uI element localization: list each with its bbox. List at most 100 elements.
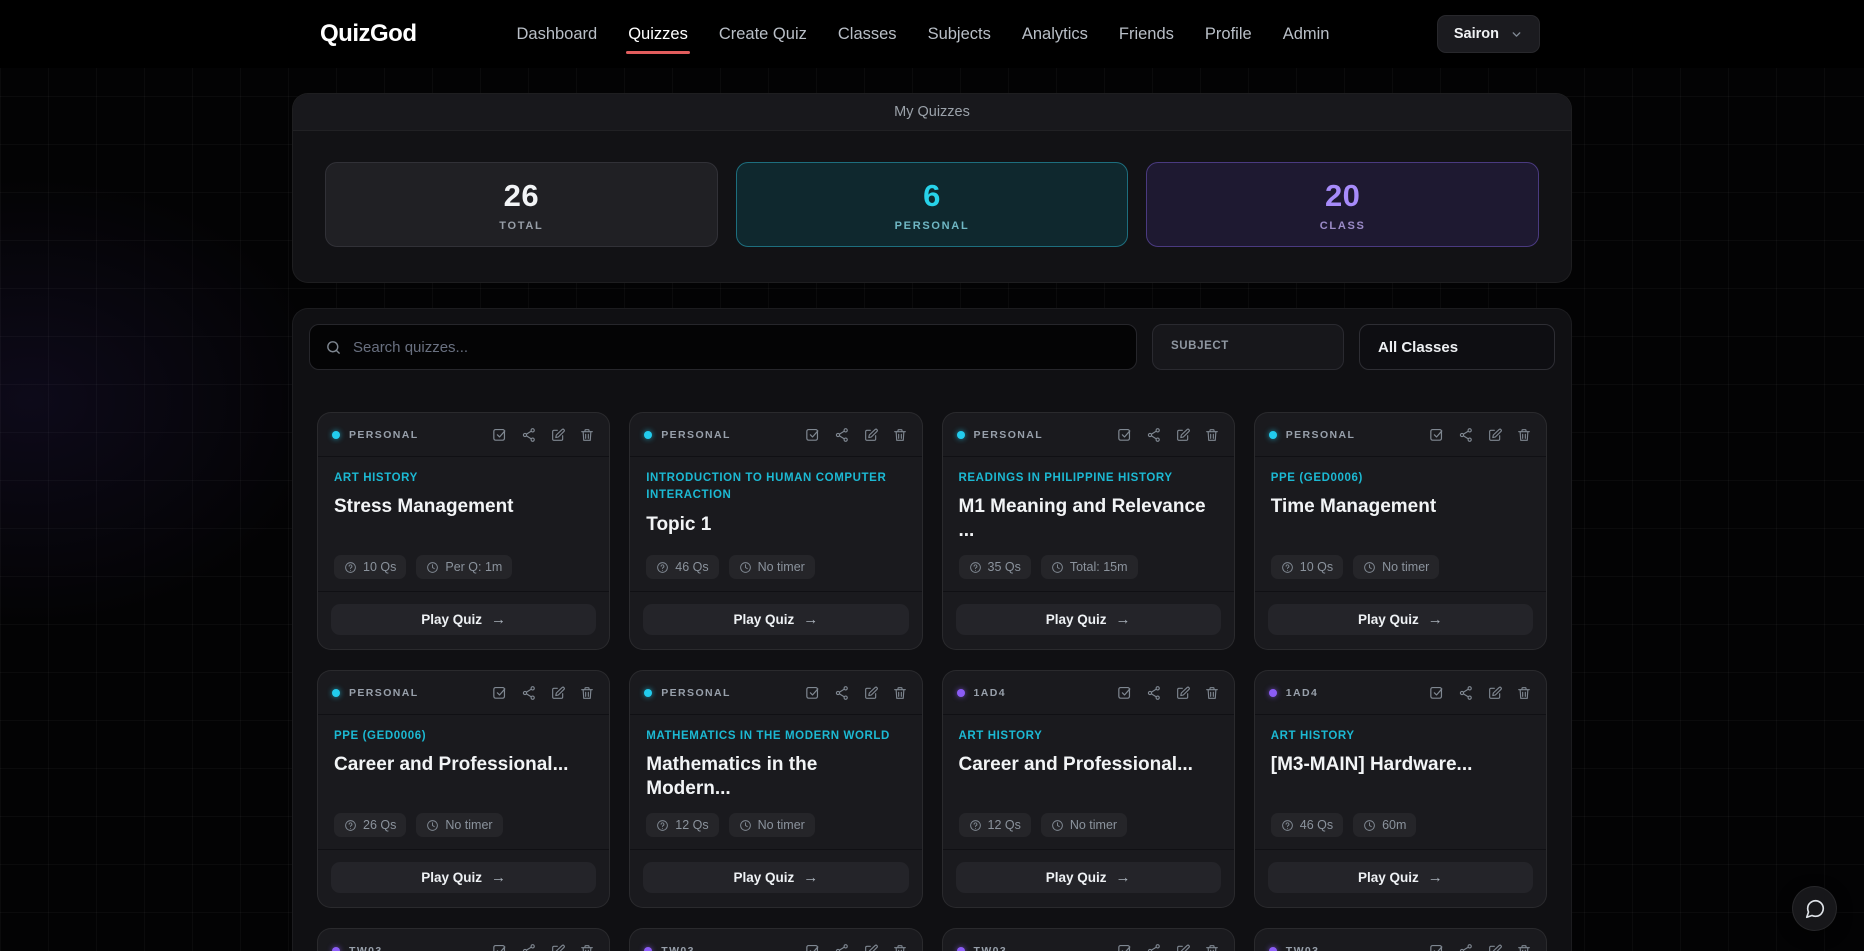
delete-icon[interactable] [1204,943,1220,951]
quiz-title: Career and Professional... [334,753,593,777]
share-icon[interactable] [1458,427,1474,443]
play-quiz-button[interactable]: Play Quiz → [331,862,596,893]
badge-label: PERSONAL [661,429,731,441]
select-checkbox-icon[interactable] [804,942,821,951]
share-icon[interactable] [1146,943,1162,951]
play-quiz-label: Play Quiz [1046,612,1107,627]
edit-icon[interactable] [1487,685,1503,701]
play-quiz-button[interactable]: Play Quiz → [956,604,1221,635]
search-input[interactable] [353,339,1121,356]
badge-label: PERSONAL [974,429,1044,441]
share-icon[interactable] [521,943,537,951]
edit-icon[interactable] [1487,427,1503,443]
quiz-type-badge: PERSONAL [332,687,419,699]
edit-icon[interactable] [1175,943,1191,951]
select-checkbox-icon[interactable] [491,942,508,951]
quiz-meta-chips: 10 Qs No timer [1271,555,1530,579]
select-checkbox-icon[interactable] [491,426,508,443]
select-checkbox-icon[interactable] [1116,942,1133,951]
chat-fab-button[interactable] [1792,886,1837,931]
nav-link-analytics[interactable]: Analytics [1020,21,1090,48]
quiz-type-badge: TW03 [644,945,695,951]
user-menu-button[interactable]: Sairon [1437,15,1540,53]
delete-icon[interactable] [1204,427,1220,443]
select-checkbox-icon[interactable] [1116,684,1133,701]
quiz-card-footer: Play Quiz → [318,849,609,907]
quiz-type-badge: PERSONAL [1269,429,1356,441]
arrow-right-icon: → [491,869,506,886]
timer-value: Per Q: 1m [445,560,502,574]
question-circle-icon [969,561,982,574]
delete-icon[interactable] [1516,685,1532,701]
share-icon[interactable] [834,685,850,701]
edit-icon[interactable] [550,427,566,443]
share-icon[interactable] [834,427,850,443]
play-quiz-button[interactable]: Play Quiz → [643,604,908,635]
edit-icon[interactable] [1487,943,1503,951]
quiz-card-header: 1AD4 [1255,671,1546,715]
quiz-card-header: TW03 [1255,929,1546,951]
share-icon[interactable] [521,685,537,701]
timer-value: No timer [1070,818,1117,832]
select-checkbox-icon[interactable] [1428,684,1445,701]
quiz-subject-label: ART HISTORY [1271,728,1530,745]
nav-link-create-quiz[interactable]: Create Quiz [717,21,809,48]
nav-link-admin[interactable]: Admin [1281,21,1332,48]
quiz-card: TW03 [629,928,922,951]
delete-icon[interactable] [579,943,595,951]
edit-icon[interactable] [550,685,566,701]
select-checkbox-icon[interactable] [491,684,508,701]
share-icon[interactable] [521,427,537,443]
select-checkbox-icon[interactable] [1116,426,1133,443]
edit-icon[interactable] [863,943,879,951]
select-checkbox-icon[interactable] [1428,426,1445,443]
play-quiz-button[interactable]: Play Quiz → [643,862,908,893]
nav-link-friends[interactable]: Friends [1117,21,1176,48]
delete-icon[interactable] [892,943,908,951]
delete-icon[interactable] [892,685,908,701]
class-filter-select[interactable]: All Classes [1359,324,1555,370]
delete-icon[interactable] [1204,685,1220,701]
quiz-meta-chips: 12 Qs No timer [959,813,1218,837]
edit-icon[interactable] [1175,685,1191,701]
select-checkbox-icon[interactable] [804,684,821,701]
play-quiz-button[interactable]: Play Quiz → [956,862,1221,893]
edit-icon[interactable] [550,943,566,951]
edit-icon[interactable] [1175,427,1191,443]
quiz-subject-label: PPE (GED0006) [1271,470,1530,487]
stat-total-value: 26 [504,178,539,214]
play-quiz-button[interactable]: Play Quiz → [1268,604,1533,635]
badge-dot-icon [1269,689,1277,697]
delete-icon[interactable] [892,427,908,443]
quiz-title: [M3-MAIN] Hardware... [1271,753,1530,777]
arrow-right-icon: → [1116,869,1131,886]
nav-link-quizzes[interactable]: Quizzes [626,21,690,48]
badge-dot-icon [332,947,340,951]
select-checkbox-icon[interactable] [804,426,821,443]
select-checkbox-icon[interactable] [1428,942,1445,951]
share-icon[interactable] [1146,685,1162,701]
share-icon[interactable] [1146,427,1162,443]
delete-icon[interactable] [579,685,595,701]
chevron-down-icon [1510,28,1523,41]
share-icon[interactable] [834,943,850,951]
edit-icon[interactable] [863,685,879,701]
play-quiz-button[interactable]: Play Quiz → [1268,862,1533,893]
quiz-meta-chips: 46 Qs 60m [1271,813,1530,837]
delete-icon[interactable] [579,427,595,443]
quiz-card-body: ART HISTORY Career and Professional... 1… [943,715,1234,849]
stat-total-label: TOTAL [499,220,543,232]
nav-link-dashboard[interactable]: Dashboard [514,21,599,48]
delete-icon[interactable] [1516,427,1532,443]
nav-links: Dashboard Quizzes Create Quiz Classes Su… [514,21,1331,48]
delete-icon[interactable] [1516,943,1532,951]
play-quiz-button[interactable]: Play Quiz → [331,604,596,635]
subject-filter-select[interactable]: Subject [1152,324,1344,370]
nav-link-classes[interactable]: Classes [836,21,899,48]
share-icon[interactable] [1458,943,1474,951]
edit-icon[interactable] [863,427,879,443]
share-icon[interactable] [1458,685,1474,701]
nav-link-subjects[interactable]: Subjects [926,21,993,48]
card-actions [491,684,595,701]
nav-link-profile[interactable]: Profile [1203,21,1254,48]
